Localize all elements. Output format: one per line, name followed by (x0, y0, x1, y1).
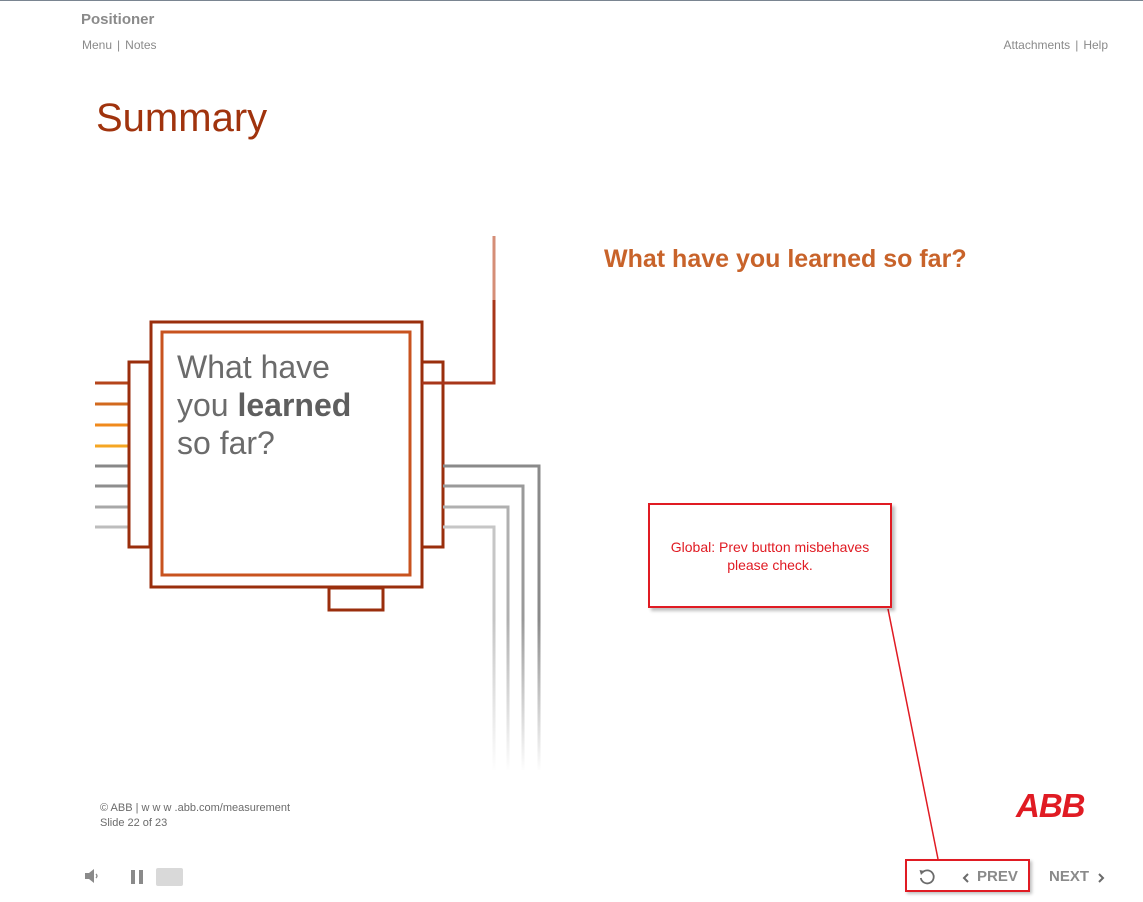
chevron-left-icon[interactable] (962, 871, 970, 889)
chevron-right-icon[interactable] (1097, 871, 1105, 889)
prev-button[interactable]: PREV (977, 868, 1018, 885)
volume-icon[interactable] (84, 868, 100, 889)
footer-copyright: © ABB | w w w .abb.com/measurement Slide… (100, 801, 290, 831)
slide-question: What have you learned so far? (604, 245, 967, 273)
chip-label-line1: What have (177, 349, 330, 385)
abb-logo: ABB (1016, 787, 1085, 824)
review-callout: Global: Prev button misbehaves please ch… (648, 503, 892, 608)
replay-icon[interactable] (918, 868, 936, 891)
callout-line2: please check. (727, 556, 813, 573)
chip-label-line2-plain: you (177, 387, 238, 423)
pause-icon[interactable] (130, 869, 144, 890)
slide-counter: Slide 22 of 23 (100, 817, 168, 829)
chip-label-line3: so far? (177, 425, 275, 461)
chip-label: What have you learned so far? (177, 348, 351, 462)
chip-diagram (95, 236, 939, 860)
seek-bar[interactable] (156, 868, 183, 886)
copyright-text: © ABB | w w w .abb.com/measurement (100, 802, 291, 814)
chip-label-line2-bold: learned (237, 387, 352, 423)
callout-line1: Global: Prev button misbehaves (670, 538, 870, 555)
chip-label-line2: you learned (177, 386, 351, 424)
next-button[interactable]: NEXT (1049, 868, 1089, 885)
